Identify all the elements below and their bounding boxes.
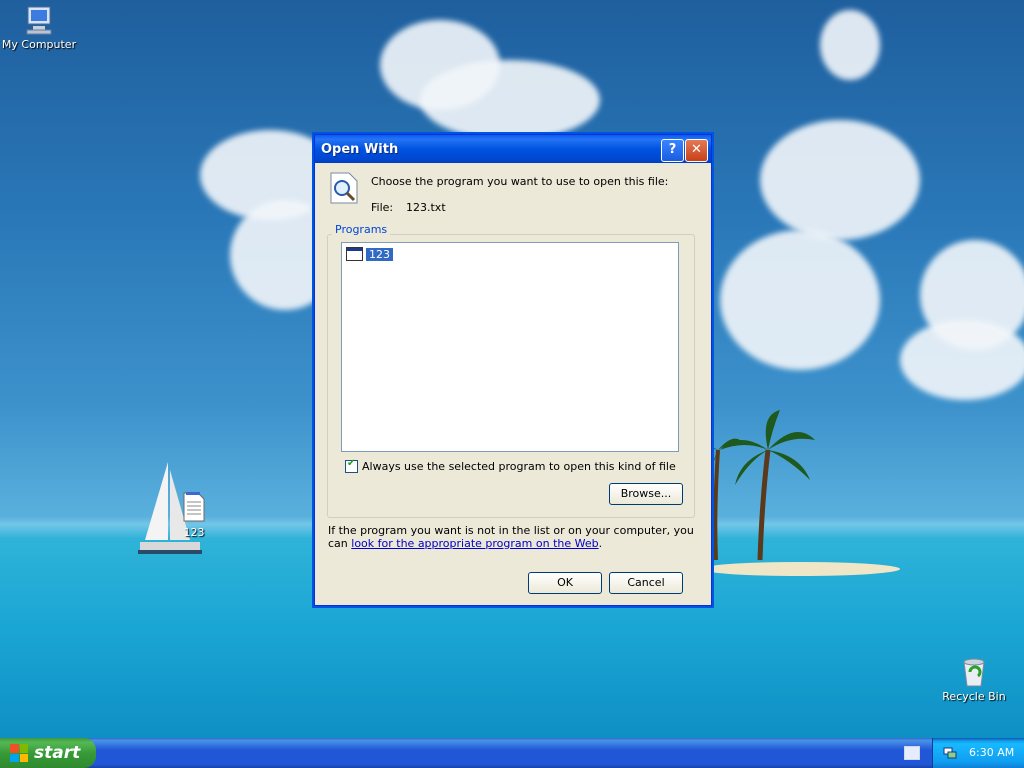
start-button[interactable]: start <box>0 738 96 768</box>
programs-list[interactable]: 123 <box>341 242 679 452</box>
my-computer-icon <box>23 4 55 36</box>
browse-button[interactable]: Browse... <box>609 483 683 505</box>
ok-button[interactable]: OK <box>528 572 602 594</box>
desktop-icon-label: 123 <box>183 526 205 539</box>
always-use-label: Always use the selected program to open … <box>362 460 676 473</box>
desktop-icon-my-computer[interactable]: My Computer <box>0 4 78 51</box>
desktop-icon-123[interactable]: 123 <box>155 492 233 539</box>
network-icon[interactable] <box>943 745 957 759</box>
file-label: File: <box>371 201 394 214</box>
clock[interactable]: 6:30 AM <box>969 746 1014 759</box>
always-use-checkbox[interactable] <box>345 458 358 473</box>
recycle-bin-icon <box>959 656 989 688</box>
dialog-titlebar[interactable]: Open With ? ✕ <box>315 135 711 163</box>
program-window-icon <box>346 247 363 261</box>
footer-text: If the program you want is not in the li… <box>328 524 694 550</box>
close-button[interactable]: ✕ <box>685 139 708 162</box>
file-name: 123.txt <box>406 201 446 214</box>
desktop-icon-label: My Computer <box>1 38 77 51</box>
start-label: start <box>34 743 81 763</box>
list-item[interactable]: 123 <box>346 247 393 261</box>
open-with-icon <box>329 171 359 205</box>
keyboard-icon[interactable] <box>904 746 920 760</box>
prompt-text: Choose the program you want to use to op… <box>371 175 669 188</box>
desktop-icon-recycle-bin[interactable]: Recycle Bin <box>935 656 1013 703</box>
programs-group-title: Programs <box>332 223 391 236</box>
desktop-icon-label: Recycle Bin <box>942 690 1006 703</box>
list-item-label: 123 <box>366 247 393 261</box>
always-use-checkbox-row[interactable]: Always use the selected program to open … <box>345 458 676 473</box>
cancel-button[interactable]: Cancel <box>609 572 683 594</box>
web-search-link[interactable]: look for the appropriate program on the … <box>351 537 598 550</box>
palm-trees <box>700 410 815 561</box>
dialog-title: Open With <box>321 142 399 157</box>
open-with-dialog: Open With ? ✕ Choose the program you wan… <box>314 134 712 606</box>
windows-logo-icon <box>10 744 28 762</box>
system-tray: 6:30 AM <box>932 738 1024 768</box>
help-button[interactable]: ? <box>661 139 684 162</box>
text-file-icon <box>180 492 208 524</box>
taskbar: start 6:30 AM <box>0 738 1024 768</box>
